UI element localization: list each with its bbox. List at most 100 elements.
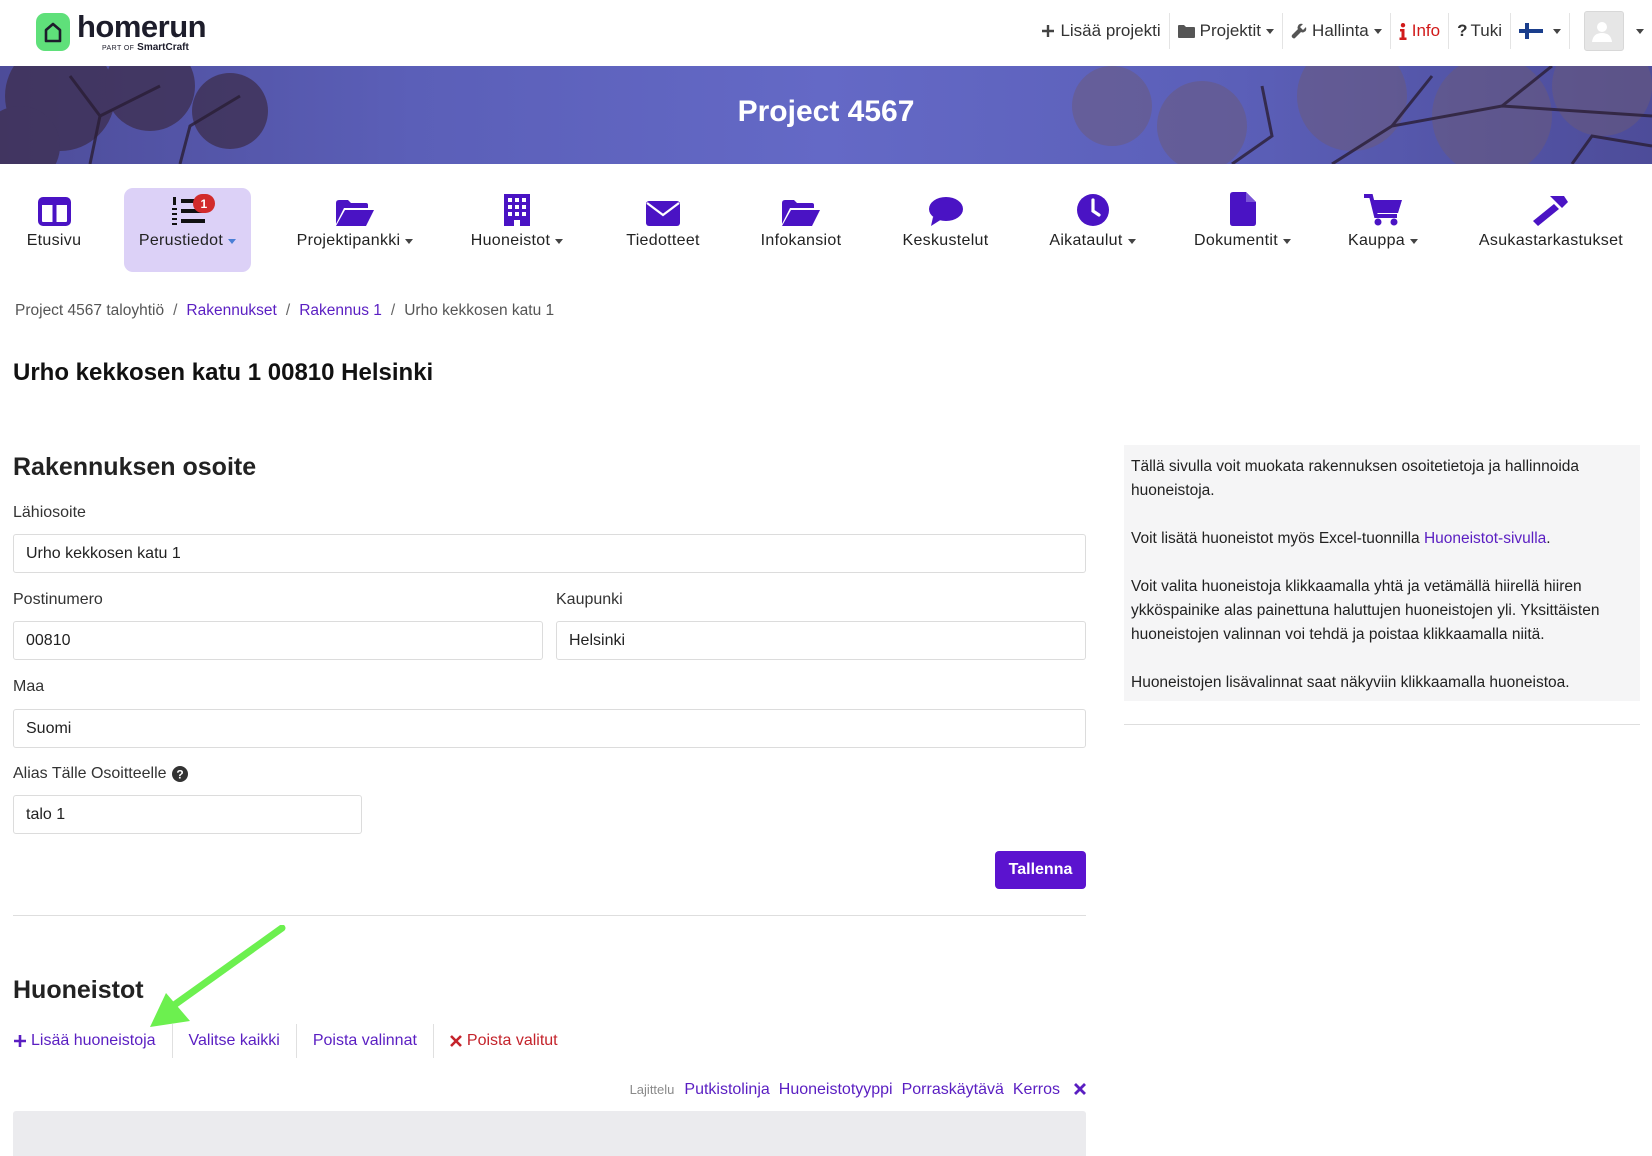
brand-name: homerun — [77, 9, 207, 44]
delete-selected-label: Poista valitut — [466, 1032, 558, 1049]
folder-open-icon — [782, 200, 820, 226]
sort-label: Lajittelu — [629, 1082, 675, 1097]
apartment-actions: Lisää huoneistoja Valitse kaikki Poista … — [13, 1024, 574, 1058]
module-tiedotteet[interactable]: Tiedotteet — [617, 188, 709, 272]
module-etusivu[interactable]: Etusivu — [15, 188, 93, 272]
cart-icon — [1364, 194, 1402, 226]
alias-label: Alias Tälle Osoitteelle ? — [13, 765, 188, 783]
postal-code-label: Postinumero — [13, 591, 103, 608]
hammer-icon — [1533, 196, 1568, 226]
city-input[interactable]: Helsinki — [556, 621, 1086, 660]
module-perustiedot[interactable]: 1 Perustiedot — [124, 188, 251, 272]
add-project-label: Lisää projekti — [1060, 21, 1161, 40]
module-infokansiot[interactable]: Infokansiot — [753, 188, 849, 272]
sort-bar: Lajittelu Putkistolinja Huoneistotyyppi … — [630, 1079, 1086, 1100]
info-icon — [1399, 22, 1407, 40]
wrench-icon — [1291, 23, 1307, 39]
support-link[interactable]: ? Tuki — [1448, 13, 1510, 49]
save-button[interactable]: Tallenna — [995, 851, 1086, 889]
clear-sort-icon[interactable] — [1074, 1079, 1086, 1100]
project-banner: Project 4567 — [0, 66, 1652, 164]
module-label: Aikataulut — [1049, 232, 1123, 249]
section-divider — [13, 915, 1086, 916]
chevron-down-icon — [228, 238, 237, 244]
street-label: Lähiosoite — [13, 504, 86, 521]
alias-label-text: Alias Tälle Osoitteelle — [13, 765, 167, 782]
chevron-down-icon — [1636, 28, 1644, 34]
module-aikataulut[interactable]: Aikataulut — [1042, 188, 1143, 272]
clear-selection-button[interactable]: Poista valinnat — [295, 1024, 433, 1058]
sort-option-staircase[interactable]: Porraskäytävä — [902, 1081, 1004, 1099]
breadcrumb-separator: / — [285, 302, 291, 319]
postal-code-input[interactable]: 00810 — [13, 621, 543, 660]
apartment-grid[interactable] — [13, 1111, 1086, 1156]
top-navbar: homerun PART OF SmartCraft Lisää projekt… — [0, 0, 1652, 66]
comment-icon — [928, 197, 963, 226]
apartments-page-link[interactable]: Huoneistot-sivulla — [1424, 530, 1546, 547]
add-project-link[interactable]: Lisää projekti — [1033, 13, 1168, 49]
breadcrumb-separator: / — [173, 302, 178, 319]
add-apartments-label: Lisää huoneistoja — [31, 1032, 156, 1049]
file-icon — [1229, 192, 1256, 226]
user-menu[interactable] — [1569, 11, 1652, 51]
projects-menu[interactable]: Projektit — [1168, 13, 1282, 49]
user-icon — [1591, 22, 1612, 42]
module-projektipankki[interactable]: Projektipankki — [291, 188, 419, 272]
country-input[interactable]: Suomi — [13, 709, 1086, 748]
address-section-title: Rakennuksen osoite — [13, 453, 257, 481]
top-menu: Lisää projekti Projektit Hallinta Info ?… — [1033, 0, 1652, 62]
alias-input[interactable]: talo 1 — [13, 795, 362, 834]
module-keskustelut[interactable]: Keskustelut — [894, 188, 997, 272]
clock-icon — [1076, 194, 1109, 226]
city-label: Kaupunki — [556, 591, 623, 608]
chevron-down-icon — [555, 238, 564, 244]
project-title: Project 4567 — [737, 95, 915, 128]
module-asukastarkastukset[interactable]: Asukastarkastukset — [1471, 188, 1631, 272]
sort-option-apartment-type[interactable]: Huoneistotyyppi — [779, 1081, 893, 1099]
breadcrumb-current: Urho kekkosen katu 1 — [404, 302, 555, 319]
support-label: Tuki — [1470, 21, 1503, 40]
module-nav: Etusivu 1 Perustiedot Projektipankki Huo… — [0, 188, 1652, 272]
breadcrumb-building-link[interactable]: Rakennus 1 — [299, 302, 382, 320]
module-label: Kauppa — [1348, 232, 1405, 249]
plus-icon — [14, 1035, 26, 1047]
module-label: Projektipankki — [296, 232, 401, 249]
delete-selected-button[interactable]: Poista valitut — [432, 1024, 574, 1058]
folder-icon — [1177, 25, 1195, 38]
module-label: Dokumentit — [1194, 232, 1278, 249]
page-title: Urho kekkosen katu 1 00810 Helsinki — [13, 359, 434, 386]
chevron-down-icon — [1127, 238, 1136, 244]
admin-label: Hallinta — [1312, 21, 1369, 40]
module-dokumentit[interactable]: Dokumentit — [1189, 188, 1296, 272]
module-label: Etusivu — [26, 232, 82, 249]
projects-label: Projektit — [1199, 21, 1262, 40]
module-label: Tiedotteet — [626, 232, 700, 249]
info-label: Info — [1411, 21, 1441, 40]
sort-option-pipeline[interactable]: Putkistolinja — [684, 1081, 769, 1099]
question-circle-icon[interactable]: ? — [171, 766, 188, 782]
language-menu[interactable] — [1510, 13, 1569, 49]
module-huoneistot[interactable]: Huoneistot — [465, 188, 569, 272]
sort-option-floor[interactable]: Kerros — [1013, 1081, 1060, 1099]
admin-menu[interactable]: Hallinta — [1282, 13, 1390, 49]
street-input[interactable]: Urho kekkosen katu 1 — [13, 534, 1086, 573]
annotation-arrow-icon — [150, 925, 286, 1027]
brand-sub: PART OF SmartCraft — [102, 42, 189, 53]
help-text: Tällä sivulla voit muokata rakennuksen o… — [1131, 458, 1580, 499]
chevron-down-icon — [1373, 28, 1382, 34]
module-kauppa[interactable]: Kauppa — [1345, 188, 1421, 272]
breadcrumb-root: Project 4567 taloyhtiö — [15, 302, 165, 319]
house-icon — [36, 13, 70, 51]
close-icon — [449, 1035, 462, 1047]
info-link[interactable]: Info — [1389, 13, 1448, 49]
chevron-down-icon — [1266, 28, 1275, 34]
breadcrumb-buildings-link[interactable]: Rakennukset — [186, 302, 276, 320]
module-label: Huoneistot — [470, 232, 551, 249]
breadcrumb: Project 4567 taloyhtiö / Rakennukset / R… — [15, 302, 554, 320]
module-label: Keskustelut — [902, 232, 989, 249]
envelope-icon — [646, 201, 680, 226]
homerun-logo[interactable]: homerun PART OF SmartCraft — [36, 9, 207, 53]
notification-badge: 1 — [193, 194, 215, 213]
module-label: Asukastarkastukset — [1478, 232, 1624, 249]
chevron-down-icon — [1409, 238, 1418, 244]
